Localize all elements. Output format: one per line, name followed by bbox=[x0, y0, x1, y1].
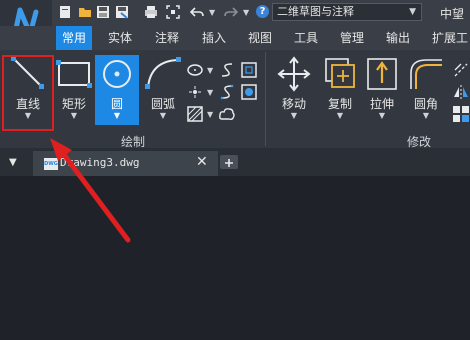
annotation-arrow-icon bbox=[50, 138, 131, 243]
